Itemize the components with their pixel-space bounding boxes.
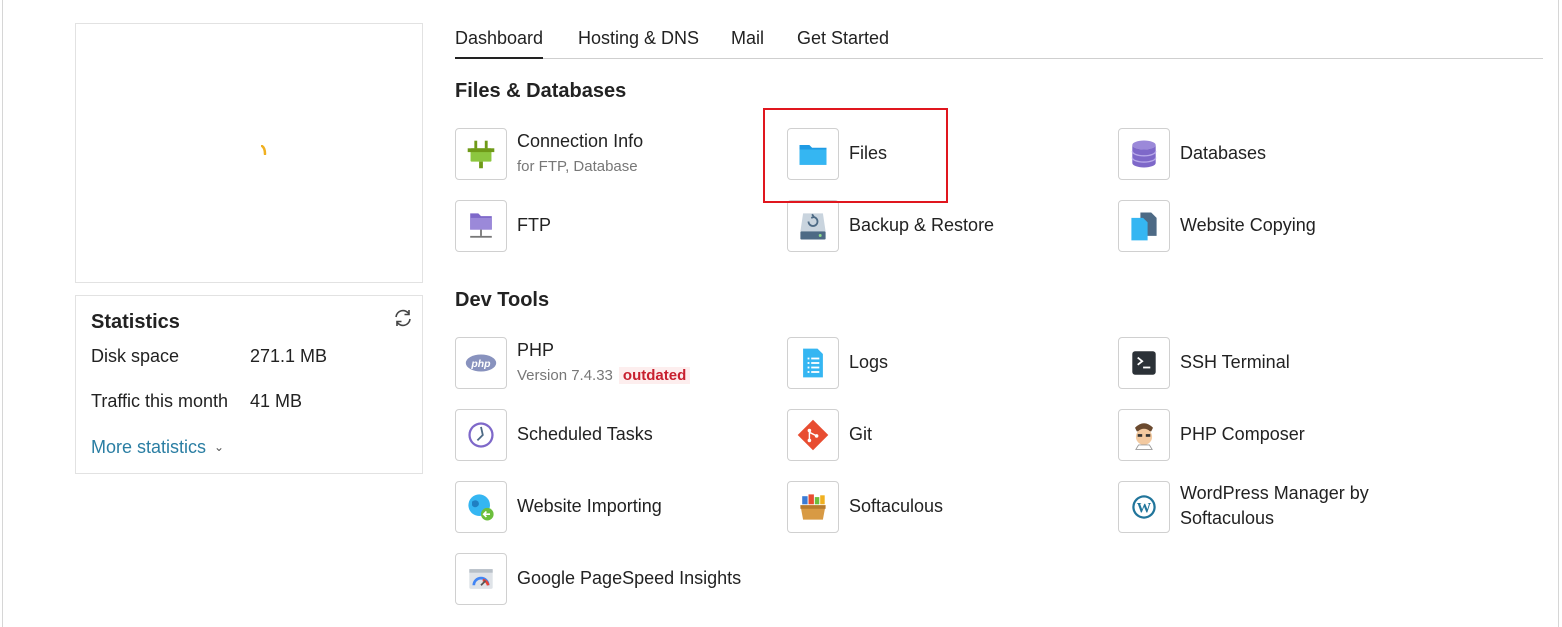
- clock-icon: [468, 422, 494, 448]
- tile-title: PHP Composer: [1180, 424, 1305, 444]
- tile-google-pagespeed[interactable]: Google PageSpeed Insights: [455, 553, 775, 605]
- php-icon: php: [465, 354, 497, 372]
- tile-php[interactable]: php PHP Version 7.4.33 outdated: [455, 337, 755, 389]
- tile-scheduled-tasks[interactable]: Scheduled Tasks: [455, 409, 755, 461]
- plug-icon: [467, 140, 495, 169]
- tile-git[interactable]: Git: [787, 409, 1087, 461]
- tile-subtitle: Version 7.4.33 outdated: [517, 367, 691, 384]
- stat-row-traffic: Traffic this month 41 MB: [91, 391, 302, 412]
- tile-subtitle: for FTP, Database: [517, 158, 638, 175]
- statistics-panel: Statistics Disk space 271.1 MB Traffic th…: [75, 295, 423, 474]
- pagespeed-icon-box: [455, 553, 507, 605]
- ssh-icon-box: [1118, 337, 1170, 389]
- tile-title: Logs: [849, 352, 889, 372]
- git-icon-box: [787, 409, 839, 461]
- backup-icon-box: [787, 200, 839, 252]
- tile-title: Website Copying: [1180, 215, 1316, 235]
- refresh-icon[interactable]: [392, 307, 414, 329]
- wordpress-icon: W: [1132, 495, 1156, 519]
- stat-label: Disk space: [91, 346, 180, 366]
- php-composer-icon-box: [1118, 409, 1170, 461]
- tile-website-importing[interactable]: Website Importing: [455, 481, 755, 533]
- tile-title: FTP: [517, 215, 551, 235]
- frame-border-right: [1558, 0, 1559, 627]
- website-copying-icon-box: [1118, 200, 1170, 252]
- tab-get-started[interactable]: Get Started: [797, 28, 889, 57]
- ftp-folder-icon: [470, 213, 492, 238]
- copy-document-icon: [1131, 212, 1157, 241]
- composer-icon: [1135, 423, 1153, 450]
- tile-connection-info[interactable]: Connection Info for FTP, Database: [455, 128, 755, 180]
- section-title-files-databases: Files & Databases: [455, 80, 627, 102]
- tile-title: Scheduled Tasks: [517, 424, 653, 444]
- tile-title: Google PageSpeed Insights: [517, 568, 742, 588]
- section-title-dev-tools: Dev Tools: [455, 289, 550, 311]
- tile-title: PHP: [517, 340, 555, 360]
- site-preview-panel: [75, 23, 423, 283]
- svg-text:W: W: [1137, 500, 1152, 516]
- tile-softaculous[interactable]: Softaculous: [787, 481, 1087, 533]
- tile-title-line2: Softaculous: [1180, 508, 1275, 528]
- tile-website-copying[interactable]: Website Copying: [1118, 200, 1418, 252]
- tile-title: Connection Info: [517, 131, 644, 151]
- stat-value: 271.1 MB: [250, 346, 328, 366]
- tile-title: Softaculous: [849, 496, 944, 516]
- tile-title: Website Importing: [517, 496, 662, 516]
- log-document-icon: [803, 348, 823, 378]
- svg-text:php: php: [470, 359, 491, 370]
- speedometer-icon: [469, 569, 493, 589]
- terminal-icon: [1132, 351, 1156, 375]
- tab-hosting-dns[interactable]: Hosting & DNS: [578, 28, 699, 57]
- database-icon: [1131, 140, 1157, 168]
- chevron-down-icon: ⌄: [214, 440, 225, 454]
- wordpress-icon-box: W: [1118, 481, 1170, 533]
- loading-spinner-icon: [261, 145, 267, 155]
- tile-php-composer[interactable]: PHP Composer: [1118, 409, 1418, 461]
- more-statistics-label: More statistics: [91, 437, 207, 457]
- php-icon-box: php: [455, 337, 507, 389]
- tab-bar: Dashboard Hosting & DNS Mail Get Started: [455, 28, 1543, 59]
- tile-ssh-terminal[interactable]: SSH Terminal: [1118, 337, 1418, 389]
- status-badge: outdated: [618, 367, 691, 384]
- globe-import-icon: [468, 494, 494, 521]
- files-highlight-box: [763, 108, 948, 203]
- tile-title: Backup & Restore: [849, 215, 995, 235]
- stat-value: 41 MB: [250, 391, 303, 411]
- tile-ftp[interactable]: FTP: [455, 200, 755, 252]
- stat-row-disk-space: Disk space 271.1 MB: [91, 346, 327, 367]
- stat-label: Traffic this month: [91, 391, 229, 411]
- tile-title: SSH Terminal: [1180, 352, 1290, 372]
- php-version: Version 7.4.33: [517, 367, 613, 384]
- tile-title: Databases: [1180, 143, 1267, 163]
- tile-backup-restore[interactable]: Backup & Restore: [787, 200, 1087, 252]
- scheduled-tasks-icon-box: [455, 409, 507, 461]
- tab-dashboard[interactable]: Dashboard: [455, 28, 544, 59]
- tab-mail[interactable]: Mail: [731, 28, 764, 57]
- logs-icon-box: [787, 337, 839, 389]
- tile-databases[interactable]: Databases: [1118, 128, 1418, 180]
- tile-title: WordPress Manager by: [1180, 483, 1369, 503]
- softaculous-icon: [800, 494, 826, 520]
- tile-title: Git: [849, 424, 873, 444]
- connection-info-icon-box: [455, 128, 507, 180]
- git-icon: [797, 419, 829, 451]
- softaculous-icon-box: [787, 481, 839, 533]
- website-importing-icon-box: [455, 481, 507, 533]
- tile-wordpress-manager[interactable]: W WordPress Manager by Softaculous: [1118, 481, 1418, 533]
- tile-logs[interactable]: Logs: [787, 337, 1087, 389]
- backup-drive-icon: [800, 213, 826, 240]
- databases-icon-box: [1118, 128, 1170, 180]
- frame-border-left: [2, 0, 3, 627]
- statistics-title: Statistics: [91, 311, 180, 333]
- ftp-icon-box: [455, 200, 507, 252]
- more-statistics-link[interactable]: More statistics ⌄: [91, 437, 224, 458]
